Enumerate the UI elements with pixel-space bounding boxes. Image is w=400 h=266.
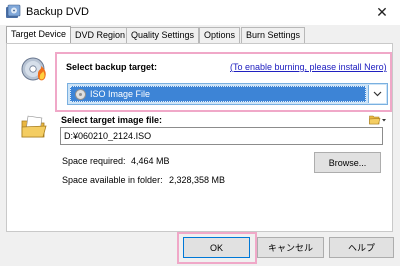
close-button[interactable]: ✕ [366, 0, 398, 24]
target-device-panel: Select backup target: (To enable burning… [6, 43, 393, 232]
folder-icon [21, 115, 47, 138]
cancel-button[interactable]: キャンセル [257, 237, 324, 258]
space-available-value: 2,328,358 MB [169, 175, 226, 185]
install-nero-link[interactable]: (To enable burning, please install Nero) [230, 62, 387, 72]
tab-target-device[interactable]: Target Device [6, 26, 72, 43]
backup-target-group: Select backup target: (To enable burning… [55, 52, 392, 112]
ok-button[interactable]: OK [183, 237, 250, 258]
help-button[interactable]: ヘルプ [329, 237, 394, 258]
cd-burn-icon [21, 57, 46, 81]
space-required-label: Space required: [62, 156, 126, 166]
space-required-value: 4,464 MB [131, 156, 170, 166]
backup-dvd-dialog: Backup DVD ✕ Target Device DVD Region Qu… [0, 0, 400, 266]
disc-icon [75, 89, 86, 100]
space-required-row: Space required: 4,464 MB [62, 156, 202, 168]
backup-target-label: Select backup target: [66, 62, 158, 72]
browse-button[interactable]: Browse... [314, 152, 381, 173]
tab-options[interactable]: Options [199, 27, 241, 43]
space-available-row: Space available in folder: 2,328,358 MB [62, 175, 282, 187]
target-file-path[interactable] [61, 128, 382, 144]
backup-target-select[interactable]: ISO Image File [67, 83, 388, 105]
backup-target-value: ISO Image File [90, 89, 151, 99]
target-file-label: Select target image file: [61, 115, 163, 125]
tab-quality-settings[interactable]: Quality Settings [126, 27, 200, 43]
close-icon: ✕ [376, 3, 388, 20]
chevron-down-icon[interactable] [368, 85, 386, 103]
space-available-label: Space available in folder: [62, 175, 163, 185]
tab-burn-settings[interactable]: Burn Settings [241, 27, 306, 43]
folder-browse-icon[interactable] [369, 114, 387, 125]
tab-dvd-region[interactable]: DVD Region [70, 27, 131, 43]
app-icon [6, 4, 21, 18]
window-title: Backup DVD [26, 6, 89, 18]
title-bar: Backup DVD ✕ [0, 0, 400, 25]
target-file-input[interactable] [60, 127, 383, 145]
